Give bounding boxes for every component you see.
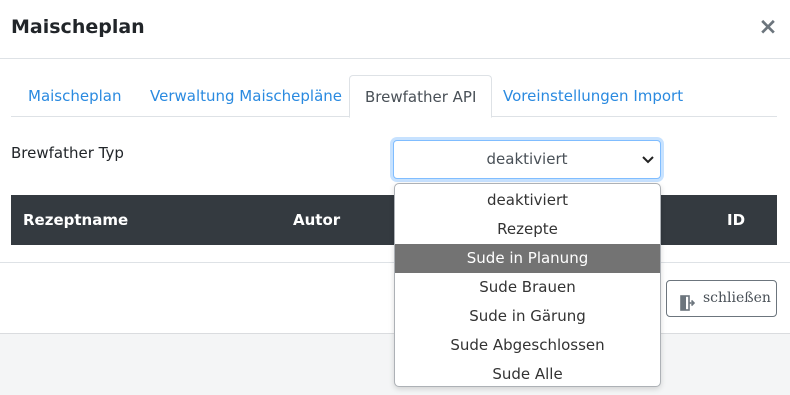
tab-brewfather-api[interactable]: Brewfather API [349, 75, 493, 118]
door-exit-icon [679, 290, 696, 311]
brewfather-typ-dropdown: deaktiviert Rezepte Sude in Planung Sude… [394, 183, 661, 387]
option-deaktiviert[interactable]: deaktiviert [395, 186, 660, 215]
tab-maischeplan[interactable]: Maischeplan [28, 75, 122, 117]
brewfather-typ-select[interactable]: deaktiviert [393, 140, 661, 179]
close-button[interactable]: schließen [666, 280, 777, 317]
option-sude-brauen[interactable]: Sude Brauen [395, 273, 660, 302]
close-icon[interactable]: × [758, 14, 778, 40]
select-value: deaktiviert [486, 150, 568, 168]
tab-verwaltung-maischeplaene[interactable]: Verwaltung Maischepläne [150, 75, 342, 117]
modal-title: Maischeplan [11, 16, 145, 38]
option-sude-alle[interactable]: Sude Alle [395, 360, 660, 386]
tab-bar: Maischeplan Verwaltung Maischepläne Brew… [11, 75, 777, 118]
chevron-down-icon [642, 141, 654, 178]
option-sude-in-planung[interactable]: Sude in Planung [395, 244, 660, 273]
option-sude-abgeschlossen[interactable]: Sude Abgeschlossen [395, 331, 660, 360]
column-header-rezeptname[interactable]: Rezeptname [23, 195, 128, 245]
tab-voreinstellungen-import[interactable]: Voreinstellungen Import [503, 75, 683, 117]
brewfather-typ-label: Brewfather Typ [11, 144, 124, 162]
option-sude-in-gaerung[interactable]: Sude in Gärung [395, 302, 660, 331]
modal-header: Maischeplan × [0, 0, 790, 59]
option-rezepte[interactable]: Rezepte [395, 215, 660, 244]
close-button-label: schließen [703, 290, 771, 306]
column-header-autor[interactable]: Autor [293, 195, 340, 245]
column-header-id[interactable]: ID [727, 195, 745, 245]
